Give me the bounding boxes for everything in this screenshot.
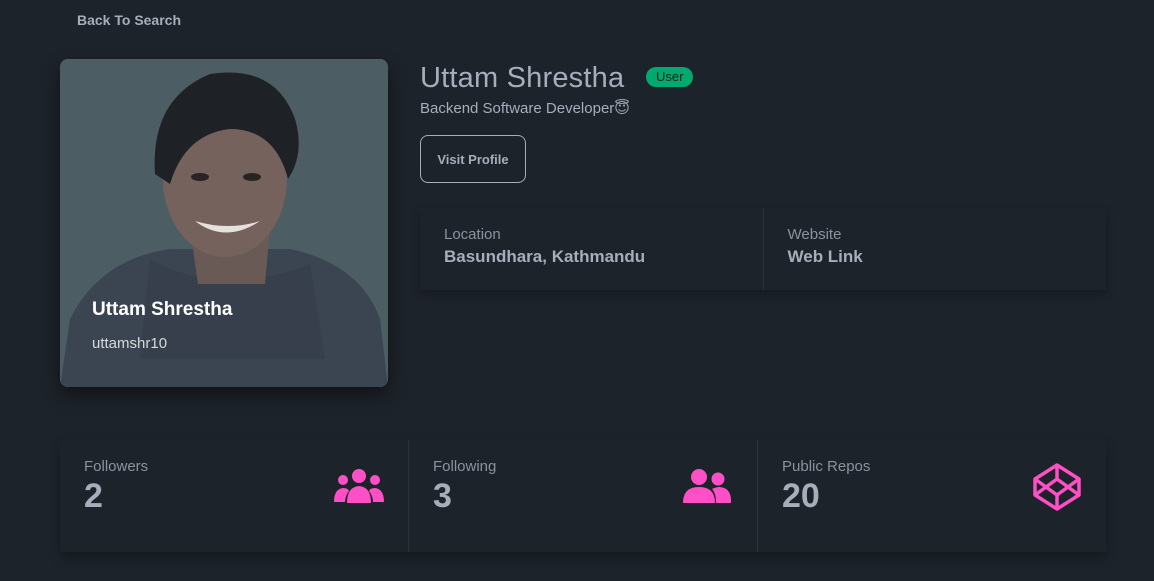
website-stat: Website Web Link xyxy=(762,208,1107,290)
back-to-search-link[interactable]: Back To Search xyxy=(77,12,181,28)
following-stat: Following 3 xyxy=(408,440,757,552)
followers-stat: Followers 2 xyxy=(60,440,408,552)
visit-profile-button[interactable]: Visit Profile xyxy=(420,135,526,183)
avatar-card: Uttam Shrestha uttamshr10 xyxy=(60,59,388,387)
user-type-badge: User xyxy=(646,67,694,87)
public-repos-stat: Public Repos 20 xyxy=(757,440,1106,552)
avatar-overlay-login: uttamshr10 xyxy=(92,335,168,352)
profile-counts: Followers 2 Following 3 Public Repos 20 xyxy=(60,440,1106,552)
avatar-overlay-name: Uttam Shrestha xyxy=(92,299,233,320)
users-icon xyxy=(334,469,384,503)
location-stat: Location Basundhara, Kathmandu xyxy=(420,208,763,290)
location-title: Location xyxy=(444,226,501,243)
profile-info-stats: Location Basundhara, Kathmandu Website W… xyxy=(420,208,1106,290)
website-link[interactable]: Web Link xyxy=(788,247,1083,267)
website-title: Website xyxy=(787,226,842,243)
codepen-icon xyxy=(1033,463,1081,511)
profile-bio: Backend Software Developer😇 xyxy=(420,100,630,117)
location-value: Basundhara, Kathmandu xyxy=(444,247,646,266)
user-friends-icon xyxy=(683,469,731,503)
profile-name: Uttam Shrestha xyxy=(420,62,625,94)
